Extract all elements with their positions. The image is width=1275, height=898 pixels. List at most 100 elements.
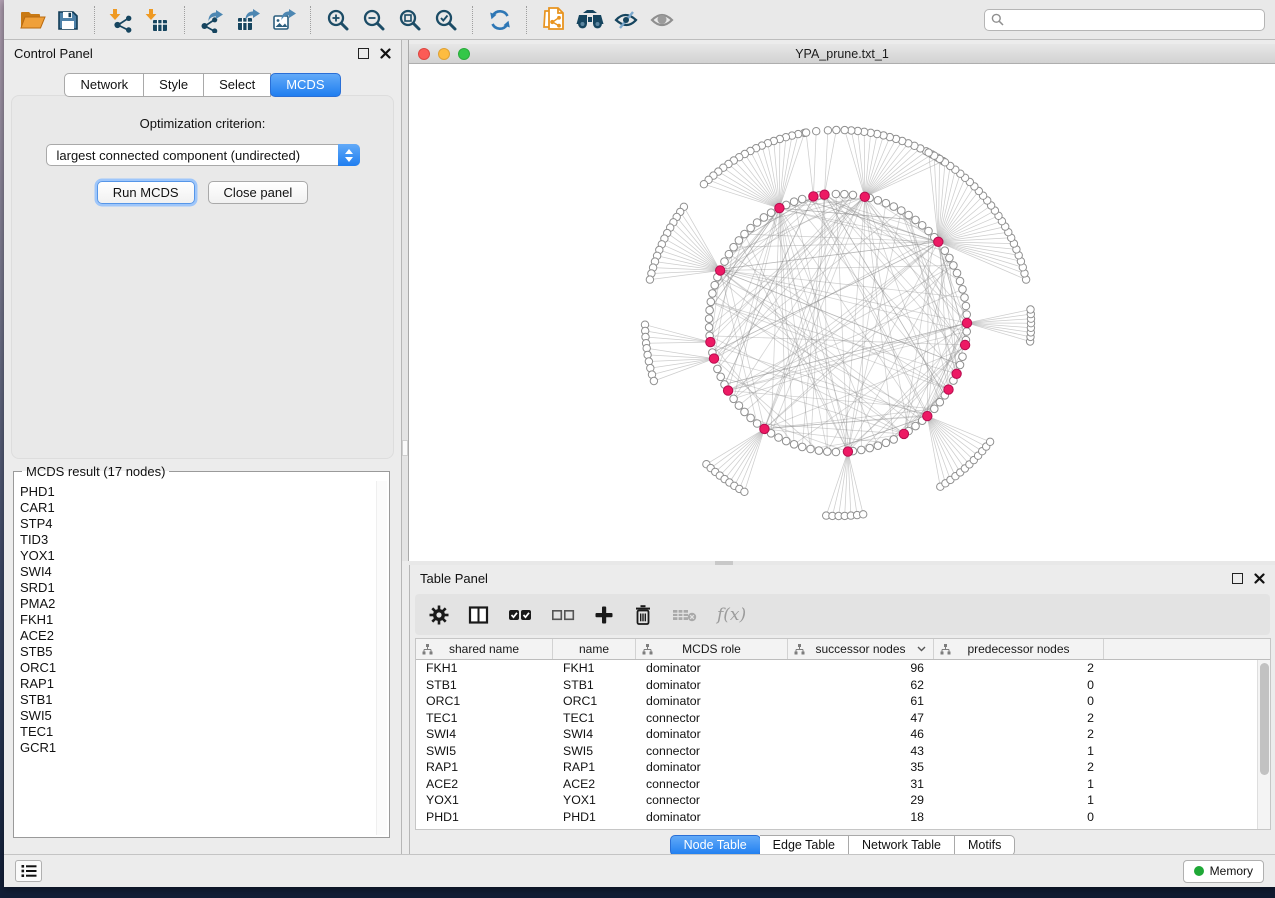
save-session-button[interactable]	[50, 3, 86, 37]
export-network-button[interactable]	[194, 3, 230, 37]
export-table-button[interactable]	[230, 3, 266, 37]
list-item[interactable]: SWI5	[20, 708, 389, 724]
table-cell: connector	[636, 711, 788, 725]
table-header-cell[interactable]: name	[553, 639, 636, 659]
scrollbar-thumb[interactable]	[1260, 663, 1269, 775]
list-item[interactable]: CAR1	[20, 500, 389, 516]
table-scrollbar[interactable]	[1257, 660, 1270, 829]
zoom-out-button[interactable]	[356, 3, 392, 37]
zoom-selected-button[interactable]	[428, 3, 464, 37]
list-item[interactable]: YOX1	[20, 548, 389, 564]
clone-network-button[interactable]	[536, 3, 572, 37]
import-table-button[interactable]	[140, 3, 176, 37]
plus-icon	[594, 605, 614, 625]
table-cell: TEC1	[416, 711, 553, 725]
tab-network-table[interactable]: Network Table	[849, 835, 955, 856]
run-mcds-button[interactable]: Run MCDS	[97, 181, 195, 204]
table-header-cell[interactable]: MCDS role	[636, 639, 788, 659]
tab-motifs[interactable]: Motifs	[955, 835, 1015, 856]
criterion-value: largest connected component (undirected)	[57, 148, 301, 163]
list-item[interactable]: RAP1	[20, 676, 389, 692]
toolbar-separator	[526, 6, 528, 34]
show-panel-list-button[interactable]	[15, 860, 42, 882]
table-panel-title: Table Panel	[420, 571, 488, 586]
columns-icon	[468, 605, 489, 625]
table-cell: 1	[934, 744, 1104, 758]
table-header-row: shared namenameMCDS rolesuccessor nodesp…	[416, 639, 1270, 660]
mcds-result-list[interactable]: PHD1CAR1STP4TID3YOX1SWI4SRD1PMA2FKH1ACE2…	[20, 484, 389, 756]
table-row[interactable]: ACE2ACE2connector311	[416, 776, 1270, 793]
table-header-cell[interactable]: shared name	[416, 639, 553, 659]
table-header-cell[interactable]: successor nodes	[788, 639, 934, 659]
tab-style[interactable]: Style	[144, 73, 204, 97]
float-panel-icon[interactable]	[1232, 573, 1243, 584]
tab-node-table[interactable]: Node Table	[670, 835, 761, 856]
list-item[interactable]: ORC1	[20, 660, 389, 676]
zoom-in-button[interactable]	[320, 3, 356, 37]
splitter-handle[interactable]	[402, 440, 408, 456]
table-row[interactable]: STB1STB1dominator620	[416, 677, 1270, 694]
hide-details-button[interactable]	[608, 3, 644, 37]
table-row[interactable]: SWI4SWI4dominator462	[416, 726, 1270, 743]
table-row[interactable]: TEC1TEC1connector472	[416, 710, 1270, 727]
float-panel-icon[interactable]	[358, 48, 369, 59]
network-canvas[interactable]	[409, 64, 1275, 561]
search-box[interactable]	[984, 9, 1265, 31]
list-item[interactable]: TEC1	[20, 724, 389, 740]
table-header-filler	[1104, 639, 1270, 659]
add-column-button[interactable]	[594, 605, 614, 625]
zoom-fit-button[interactable]	[392, 3, 428, 37]
refresh-button[interactable]	[482, 3, 518, 37]
select-all-button[interactable]	[508, 607, 532, 623]
table-row[interactable]: YOX1YOX1connector291	[416, 792, 1270, 809]
list-item[interactable]: SWI4	[20, 564, 389, 580]
list-item[interactable]: FKH1	[20, 612, 389, 628]
show-graphics-button[interactable]	[644, 3, 680, 37]
tab-edge-table[interactable]: Edge Table	[760, 835, 849, 856]
clear-selection-button[interactable]	[551, 607, 575, 623]
export-image-button[interactable]	[266, 3, 302, 37]
table-cell: connector	[636, 744, 788, 758]
import-network-button[interactable]	[104, 3, 140, 37]
tab-select[interactable]: Select	[204, 73, 271, 97]
import-network-icon	[109, 7, 135, 33]
close-panel-icon[interactable]	[1254, 573, 1265, 584]
close-panel-button[interactable]: Close panel	[208, 181, 309, 204]
list-item[interactable]: PMA2	[20, 596, 389, 612]
table-row[interactable]: PHD1PHD1dominator180	[416, 809, 1270, 826]
memory-button[interactable]: Memory	[1183, 860, 1264, 883]
criterion-select[interactable]: largest connected component (undirected)	[46, 144, 360, 166]
table-row[interactable]: SWI5SWI5connector431	[416, 743, 1270, 760]
list-item[interactable]: STB5	[20, 644, 389, 660]
export-table-icon	[235, 7, 262, 33]
list-item[interactable]: PHD1	[20, 484, 389, 500]
list-item[interactable]: STB1	[20, 692, 389, 708]
table-cell: FKH1	[553, 661, 636, 675]
show-columns-button[interactable]	[468, 605, 489, 625]
search-input[interactable]	[1009, 12, 1258, 28]
list-item[interactable]: GCR1	[20, 740, 389, 756]
function-builder-button[interactable]: f(x)	[717, 605, 746, 625]
table-cell: SWI4	[553, 727, 636, 741]
mcds-result-scrollbar[interactable]	[376, 481, 387, 835]
list-item[interactable]: SRD1	[20, 580, 389, 596]
tab-mcds[interactable]: MCDS	[270, 73, 340, 97]
network-window-titlebar[interactable]: YPA_prune.txt_1	[409, 44, 1275, 64]
table-cell: dominator	[636, 727, 788, 741]
table-row[interactable]: ORC1ORC1dominator610	[416, 693, 1270, 710]
list-item[interactable]: STP4	[20, 516, 389, 532]
table-header-cell[interactable]: predecessor nodes	[934, 639, 1104, 659]
table-row[interactable]: RAP1RAP1dominator352	[416, 759, 1270, 776]
tab-network[interactable]: Network	[64, 73, 144, 97]
search-network-button[interactable]	[572, 3, 608, 37]
network-graph[interactable]	[409, 64, 1275, 561]
delete-table-button[interactable]	[672, 606, 698, 624]
list-item[interactable]: ACE2	[20, 628, 389, 644]
settings-gear-button[interactable]	[429, 605, 449, 625]
list-item[interactable]: TID3	[20, 532, 389, 548]
delete-column-button[interactable]	[633, 604, 653, 626]
vertical-splitter[interactable]	[402, 40, 409, 561]
table-row[interactable]: FKH1FKH1dominator962	[416, 660, 1270, 677]
open-session-button[interactable]	[14, 3, 50, 37]
close-panel-icon[interactable]	[380, 48, 391, 59]
